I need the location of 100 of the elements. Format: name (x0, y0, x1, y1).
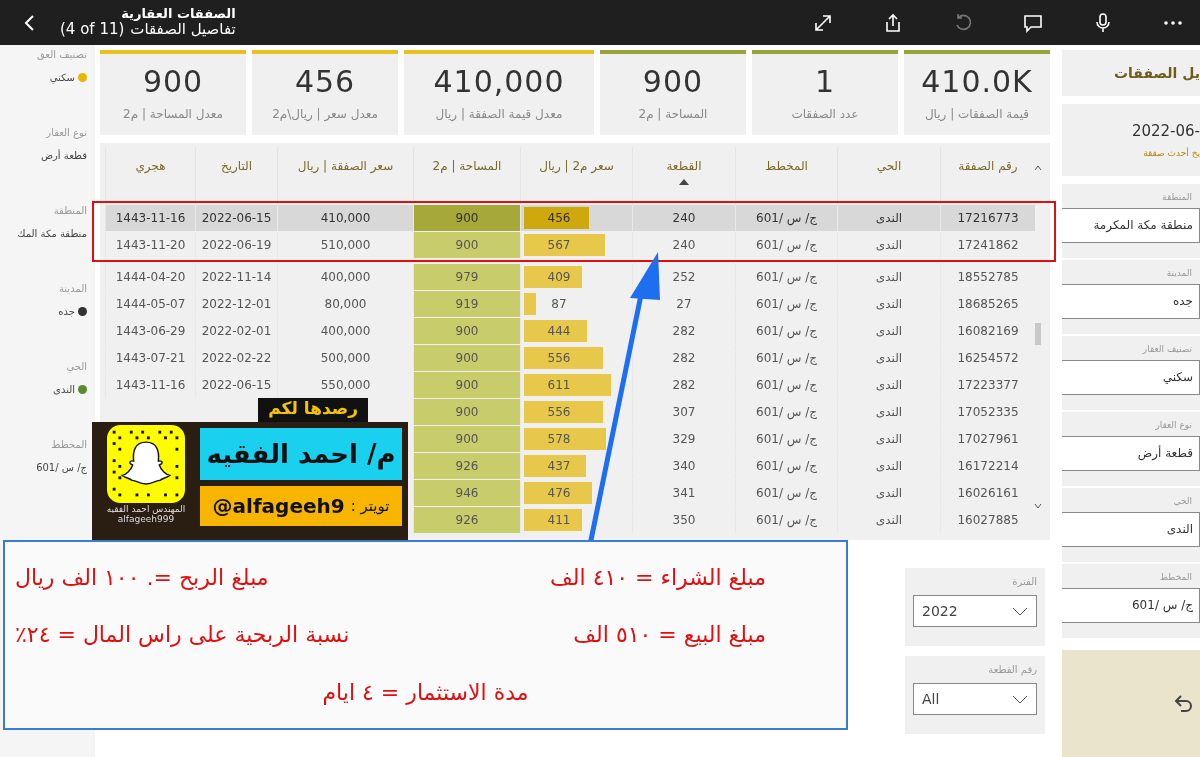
table-cell: 282 (632, 318, 735, 344)
table-cell: 17223377 (940, 372, 1035, 398)
table-cell: 1443-11-16 (105, 372, 195, 398)
table-cell: 18685265 (940, 291, 1035, 317)
dropdown[interactable]: All (913, 683, 1037, 715)
dropdown[interactable]: سكني (1062, 359, 1200, 395)
table-cell: 2022-11-14 (195, 264, 277, 290)
table-cell: ج/ س /601 (735, 205, 837, 231)
table-cell: 1443-06-29 (105, 318, 195, 344)
kpi-label: المساحة | م2 (638, 107, 708, 121)
filter-label: تصنيف العق (36, 49, 87, 60)
table-cell: الندى (837, 453, 940, 479)
kpi-value: 410.0K (921, 64, 1033, 99)
table-cell: 17241862 (940, 232, 1035, 258)
table-cell: 16172214 (940, 453, 1035, 479)
table-cell: 2022-06-19 (195, 232, 277, 258)
sticker-caption: المهندس احمد الفقيه (106, 504, 186, 514)
table-cell-text: 411 (546, 513, 572, 527)
scroll-up-icon[interactable] (1034, 165, 1042, 171)
scroll-down-icon[interactable] (1034, 503, 1042, 509)
filter-label: تصنيف العقار (1141, 343, 1193, 354)
sticker-handle: alfageeh999 (117, 514, 175, 524)
sticker-name: م/ احمد الفقيه (200, 428, 402, 480)
table-cell: 900 (413, 372, 520, 398)
table-cell: 329 (632, 426, 735, 452)
table-cell: 1443-11-16 (105, 205, 195, 231)
table-cell: 341 (632, 480, 735, 506)
table-cell: 979 (413, 264, 520, 290)
kpi-value: 1 (814, 64, 835, 99)
table-cell: 18552785 (940, 264, 1035, 290)
page-title: تفاصيل الصفقات (130, 21, 236, 38)
filter-label: نوع العقار (1154, 419, 1193, 430)
table-cell: الندى (837, 205, 940, 231)
table-cell: 350 (632, 507, 735, 533)
filter-label: المدينة (1165, 267, 1193, 278)
dropdown[interactable]: 2022 (913, 595, 1037, 627)
filter-label: رقم القطعة (987, 664, 1037, 675)
date-label: يخ أحدث صفقة (1143, 147, 1200, 158)
dropdown[interactable]: الندى (1062, 511, 1200, 547)
table-cell-text: 567 (546, 238, 572, 252)
kpi-label: قيمة الصفقات | ريال (924, 107, 1030, 121)
annotation-text: نسبة الربحية على راس المال = ٢٤٪ (15, 622, 351, 648)
filter-value: جده (58, 306, 75, 317)
table-cell: 282 (632, 345, 735, 371)
table-cell-text: 409 (546, 270, 572, 284)
table-cell: 17216773 (940, 205, 1035, 231)
table-cell: ج/ س /601 (735, 232, 837, 258)
annotation-text: مدة الاستثمار = ٤ ايام (321, 679, 530, 705)
filter-value: ج/ س /601 (36, 462, 87, 473)
latest-date: 2022-06- (1131, 121, 1200, 140)
table-cell: 16254572 (940, 345, 1035, 371)
table-cell: 900 (413, 232, 520, 258)
kpi-label: معدل قيمة الصفقة | ريال (435, 107, 563, 121)
table-cell: 1444-05-07 (105, 291, 195, 317)
table-cell: 2022-12-01 (195, 291, 277, 317)
table-cell: ج/ س /601 (735, 480, 837, 506)
panel-title: يل الصفقات (1062, 50, 1200, 96)
table-cell-text: 456 (546, 211, 572, 225)
annotation-text: مبلغ البيع = ٥١٠ الف (572, 622, 767, 648)
filter-label: المنطقة (1161, 191, 1193, 202)
filter-label: المنطقة (52, 205, 87, 216)
kpi-value: 900 (642, 64, 704, 99)
filter-label: المخطط (50, 439, 87, 450)
table-cell: الندى (837, 372, 940, 398)
twitter-handle: @alfageeh9 (212, 494, 345, 518)
table-cell: ج/ س /601 (735, 453, 837, 479)
dropdown[interactable]: ج/ س /601 (1062, 587, 1200, 623)
filter-value: سكني (49, 72, 75, 83)
table-cell-text: 578 (546, 432, 572, 446)
table-cell: 240 (632, 205, 735, 231)
table-cell: 340 (632, 453, 735, 479)
filter-value: الندى (53, 384, 75, 395)
table-cell: 926 (413, 453, 520, 479)
table-cell: 17052335 (940, 399, 1035, 425)
filter-label: الحي (1172, 495, 1193, 506)
table-cell: ج/ س /601 (735, 372, 837, 398)
kpi-value: 456 (294, 64, 356, 99)
table-cell: ج/ س /601 (735, 399, 837, 425)
table-cell: الندى (837, 264, 940, 290)
scrollbar-thumb[interactable] (1035, 323, 1041, 345)
kpi-value: 410,000 (433, 64, 565, 99)
table-cell: 16027885 (940, 507, 1035, 533)
snapcode-icon (107, 425, 185, 503)
table-cell: 900 (413, 318, 520, 344)
report-title: الصفقات العقارية (120, 7, 236, 22)
table-cell: 1444-04-20 (105, 264, 195, 290)
filter-label: المخطط (1158, 571, 1193, 582)
table-cell: 946 (413, 480, 520, 506)
dropdown[interactable]: منطقة مكة المكرمة (1062, 207, 1200, 243)
dropdown[interactable]: جده (1062, 283, 1200, 319)
table-cell: ج/ س /601 (735, 426, 837, 452)
filter-label: المدينة (57, 283, 87, 294)
table-cell: 307 (632, 399, 735, 425)
table-cell: 900 (413, 426, 520, 452)
table-cell: الندى (837, 480, 940, 506)
chevron-down-icon (1012, 694, 1028, 704)
table-cell: الندى (837, 345, 940, 371)
table-cell: 510,000 (277, 232, 413, 258)
dropdown[interactable]: قطعة أرض (1062, 435, 1200, 471)
filter-value: منطقة مكة المك (17, 228, 87, 239)
